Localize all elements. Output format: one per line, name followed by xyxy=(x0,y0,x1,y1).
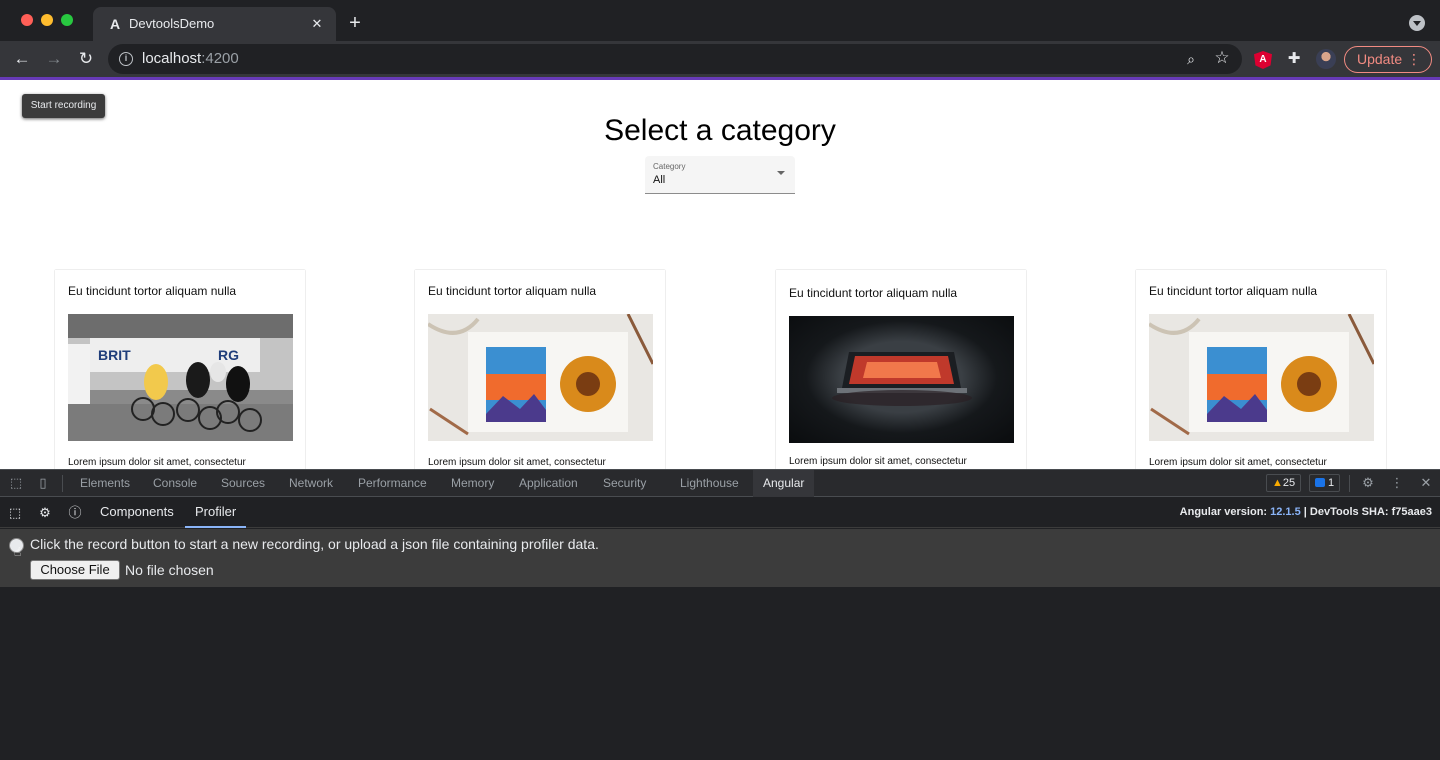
warnings-count: 25 xyxy=(1282,477,1296,489)
card-title: Eu tincidunt tortor aliquam nulla xyxy=(789,286,958,300)
svg-text:RG: RG xyxy=(218,347,239,363)
devtools-tabbar: ⬚ ▯ Elements Console Sources Network Per… xyxy=(0,470,1440,497)
profiler-instructions: Click the record button to start a new r… xyxy=(30,536,599,552)
profile-avatar[interactable] xyxy=(1316,49,1336,69)
page-title: Select a category xyxy=(604,114,836,147)
card[interactable]: Eu tincidunt tortor aliquam nulla Lorem … xyxy=(415,270,665,469)
tab-application[interactable]: Application xyxy=(509,470,588,497)
window-maximize-button[interactable] xyxy=(61,14,73,26)
new-tab-icon[interactable]: + xyxy=(344,12,366,34)
inspect-component-icon[interactable]: ⬚ xyxy=(6,504,24,522)
settings-gear-icon[interactable]: ⚙ xyxy=(36,504,54,522)
zoom-icon[interactable]: ⌕ xyxy=(1182,50,1200,68)
site-info-icon[interactable]: i xyxy=(119,52,133,66)
close-icon[interactable]: ✕ xyxy=(1417,474,1435,492)
category-select-value: All xyxy=(653,174,666,186)
profiler-panel: Click the record button to start a new r… xyxy=(0,529,1440,587)
browser-tab[interactable]: A DevtoolsDemo ✕ xyxy=(93,7,336,41)
gear-icon[interactable]: ⚙ xyxy=(1359,474,1377,492)
pointer-cursor-icon: ☝ xyxy=(14,545,22,559)
forward-arrow-icon[interactable]: → xyxy=(42,47,66,71)
address-bar[interactable]: i localhost:4200 ⌕ ☆ xyxy=(108,44,1242,74)
warning-icon: ▲ xyxy=(1272,477,1283,489)
divider xyxy=(62,475,63,492)
tab-title: DevtoolsDemo xyxy=(129,16,215,31)
url-text[interactable]: localhost:4200 xyxy=(142,51,239,67)
angular-favicon-icon: A xyxy=(109,16,121,32)
close-icon[interactable]: ✕ xyxy=(308,15,326,33)
screen: A DevtoolsDemo ✕ + ← → ↻ i localhost:420… xyxy=(0,0,1440,760)
devtools-panel: ⬚ ▯ Elements Console Sources Network Per… xyxy=(0,469,1440,760)
back-arrow-icon[interactable]: ← xyxy=(10,47,34,71)
file-status: No file chosen xyxy=(125,562,214,578)
device-toolbar-icon[interactable]: ▯ xyxy=(34,474,52,492)
tab-search-icon[interactable] xyxy=(1409,15,1425,31)
card-title: Eu tincidunt tortor aliquam nulla xyxy=(68,284,237,298)
divider xyxy=(1349,475,1350,492)
card-text: Lorem ipsum dolor sit amet, consectetur xyxy=(68,457,246,468)
choose-file-button[interactable]: Choose File xyxy=(30,560,120,580)
tab-performance[interactable]: Performance xyxy=(348,470,437,497)
cycling-race-photo: BRIT RG xyxy=(68,314,293,441)
card[interactable]: Eu tincidunt tortor aliquam nulla Lorem … xyxy=(776,270,1026,469)
window-close-button[interactable] xyxy=(21,14,33,26)
glowing-laptop-photo xyxy=(789,316,1014,443)
watercolor-painting-photo xyxy=(1149,314,1374,441)
svg-text:BRIT: BRIT xyxy=(98,347,131,363)
tab-profiler[interactable]: Profiler xyxy=(185,498,247,528)
more-vert-icon: ⋮ xyxy=(1407,51,1421,67)
window-minimize-button[interactable] xyxy=(41,14,53,26)
category-select-label: Category xyxy=(653,162,686,171)
tab-security[interactable]: Security xyxy=(593,470,656,497)
card-title: Eu tincidunt tortor aliquam nulla xyxy=(428,284,597,298)
tab-sources[interactable]: Sources xyxy=(211,470,275,497)
card-text: Lorem ipsum dolor sit amet, consectetur xyxy=(428,457,606,468)
messages-count: 1 xyxy=(1328,477,1335,489)
info-icon[interactable]: ⓘ xyxy=(66,504,84,522)
start-recording-tooltip: Start recording xyxy=(22,94,105,118)
chevron-down-icon xyxy=(777,171,785,175)
update-label: Update xyxy=(1357,51,1403,67)
watercolor-painting-photo xyxy=(428,314,653,441)
update-button[interactable]: Update ⋮ xyxy=(1344,46,1432,73)
browser-toolbar: ← → ↻ i localhost:4200 ⌕ ☆ xyxy=(0,41,1440,77)
reload-icon[interactable]: ↻ xyxy=(74,47,98,71)
tab-memory[interactable]: Memory xyxy=(441,470,504,497)
card-text: Lorem ipsum dolor sit amet, consectetur xyxy=(1149,457,1327,468)
category-select[interactable]: Category All xyxy=(645,156,795,194)
more-vert-icon[interactable]: ⋮ xyxy=(1388,474,1406,492)
card-text: Lorem ipsum dolor sit amet, consectetur xyxy=(789,456,967,467)
card[interactable]: Eu tincidunt tortor aliquam nulla BRIT R… xyxy=(55,270,305,469)
message-icon xyxy=(1315,478,1325,487)
tab-components[interactable]: Components xyxy=(90,498,184,528)
angular-version-info: Angular version: 12.1.5 | DevTools SHA: … xyxy=(1179,506,1432,518)
card-title: Eu tincidunt tortor aliquam nulla xyxy=(1149,284,1318,298)
warnings-badge[interactable]: ▲25 xyxy=(1266,474,1302,492)
bookmark-star-icon[interactable]: ☆ xyxy=(1213,49,1231,67)
inspect-element-icon[interactable]: ⬚ xyxy=(7,474,25,492)
browser-tabstrip: A DevtoolsDemo ✕ + xyxy=(0,0,1440,41)
tab-angular[interactable]: Angular xyxy=(753,470,815,497)
tab-lighthouse[interactable]: Lighthouse xyxy=(670,470,749,497)
extensions-puzzle-icon[interactable]: ✚ xyxy=(1285,50,1303,68)
web-page: Select a category Category All Eu tincid… xyxy=(0,80,1440,469)
tab-console[interactable]: Console xyxy=(143,470,207,497)
angular-devtools-toolbar: ⬚ ⚙ ⓘ Components Profiler Angular versio… xyxy=(0,498,1440,528)
tab-elements[interactable]: Elements xyxy=(70,470,140,497)
tab-network[interactable]: Network xyxy=(279,470,343,497)
card[interactable]: Eu tincidunt tortor aliquam nulla Lorem … xyxy=(1136,270,1386,469)
messages-badge[interactable]: 1 xyxy=(1309,474,1341,492)
